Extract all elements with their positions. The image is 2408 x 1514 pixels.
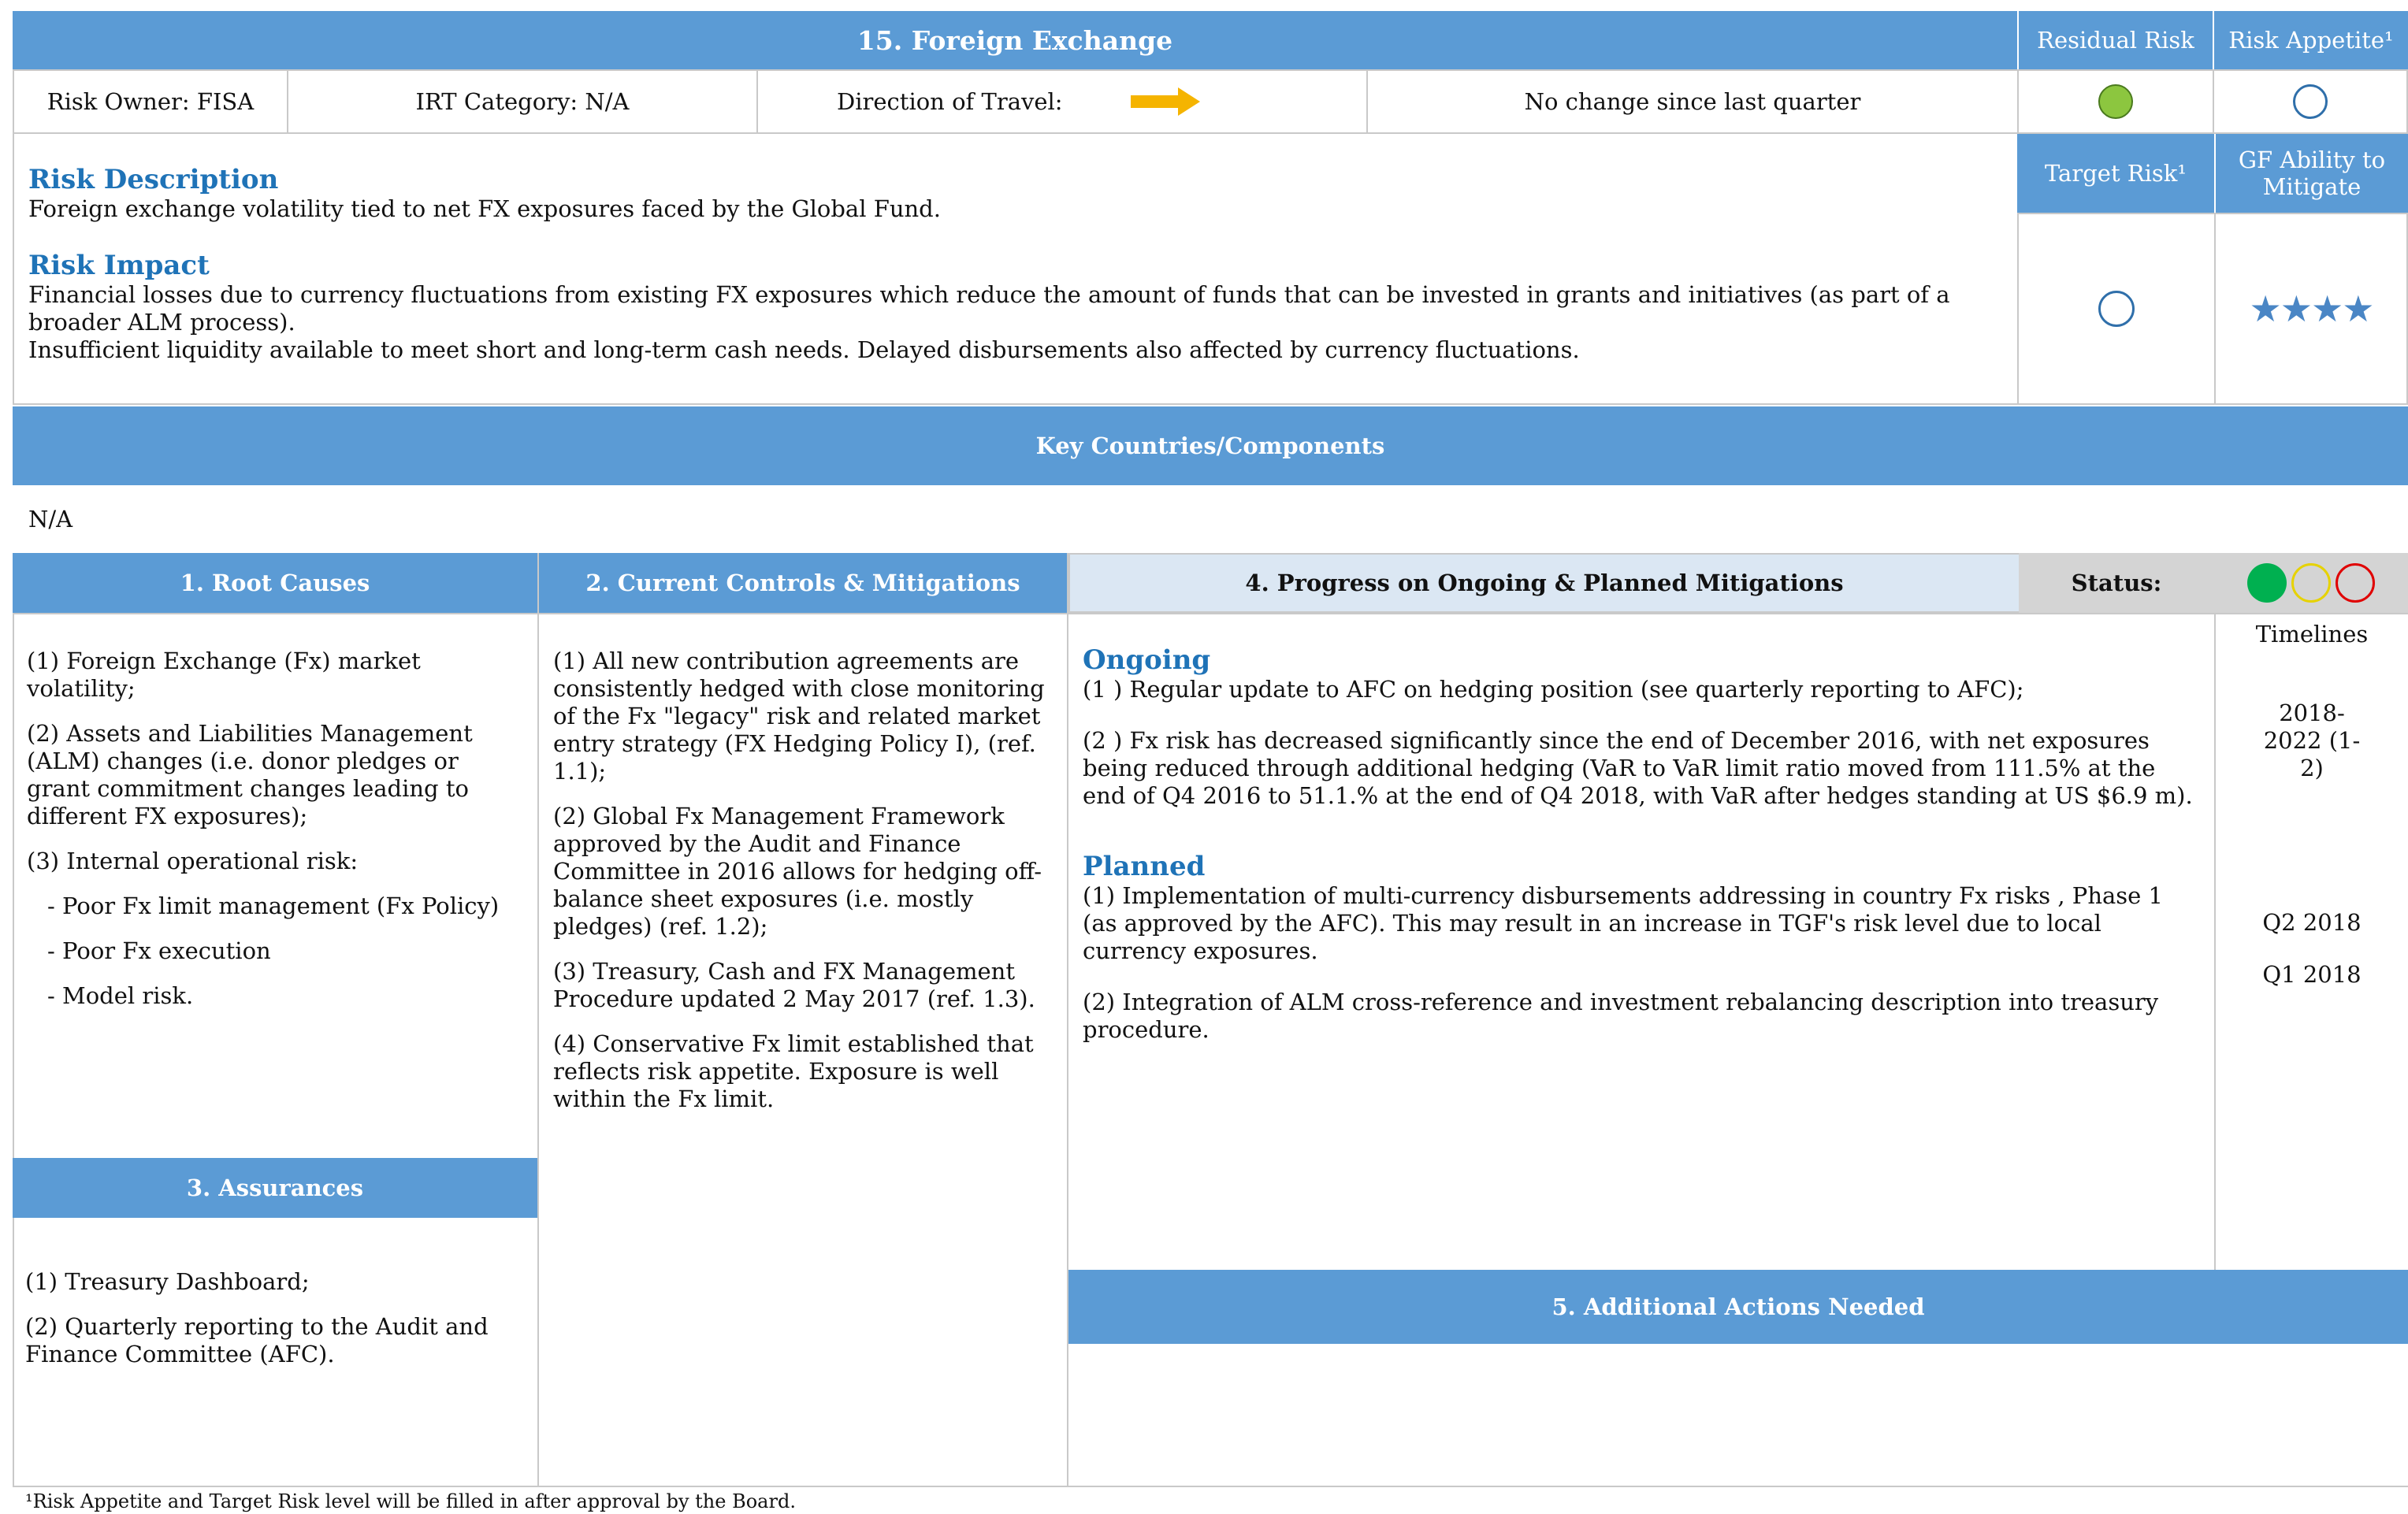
status-yellow-light [2291,563,2331,603]
assurances-list: (1) Treasury Dashboard; (2) Quarterly re… [25,1268,522,1386]
progress-header: 4. Progress on Ongoing & Planned Mitigat… [1068,553,2020,613]
status-red-light [2336,563,2375,603]
residual-risk-indicator [2098,84,2133,119]
target-risk-cell [2017,213,2216,405]
target-risk-header: Target Risk¹ [2017,134,2214,213]
control-item: (1) All new contribution agreements are … [553,648,1045,785]
root-cause-item: (3) Internal operational risk: [27,848,359,874]
residual-risk-cell [2017,69,2214,134]
risk-appetite-header: Risk Appetite¹ [2214,11,2408,69]
direction-of-travel: Direction of Travel: [756,69,1368,134]
right-arrow-icon [1130,87,1200,116]
timelines-label: Timelines [2255,621,2369,648]
control-item: (2) Global Fx Management Framework appro… [553,803,1042,940]
planned-heading: Planned [1083,851,1206,882]
risk-impact-line-2: Insufficient liquidity available to meet… [28,336,1580,363]
assurance-item: (2) Quarterly reporting to the Audit and… [25,1313,489,1367]
direction-status-text: No change since last quarter [1366,69,2019,134]
assurances-header: 3. Assurances [13,1158,537,1218]
status-label: Status: [2019,553,2214,613]
risk-appetite-cell [2213,69,2408,134]
risk-impact-line-1: Financial losses due to currency fluctua… [28,281,1950,336]
root-cause-subitem: - Model risk. [47,982,194,1009]
ongoing-heading: Ongoing [1083,644,1211,676]
ongoing-item: (2 ) Fx risk has decreased significantly… [1083,727,2193,809]
planned-item: (1) Implementation of multi-currency dis… [1083,882,2164,964]
risk-description-heading: Risk Description [28,164,279,195]
irt-category: IRT Category: N/A [287,69,758,134]
control-item: (3) Treasury, Cash and FX Management Pro… [553,958,1035,1012]
controls-header: 2. Current Controls & Mitigations [539,553,1067,613]
timeline-planned-2: Q1 2018 [2262,961,2362,988]
risk-impact-heading: Risk Impact [28,250,210,281]
gf-ability-header: GF Ability to Mitigate [2216,134,2408,213]
risk-description-text: Foreign exchange volatility tied to net … [28,195,941,222]
root-cause-item: (1) Foreign Exchange (Fx) market volatil… [27,648,421,702]
footnote: ¹Risk Appetite and Target Risk level wil… [25,1490,796,1512]
progress-content: Ongoing (1 ) Regular update to AFC on he… [1083,644,2202,1044]
risk-owner: Risk Owner: FISA [13,69,288,134]
residual-risk-header: Residual Risk [2019,11,2213,69]
controls-list: (1) All new contribution agreements are … [553,648,1057,1130]
additional-actions-header: 5. Additional Actions Needed [1068,1270,2408,1344]
timeline-ongoing-2: 2018-2022 (1-2) [2263,699,2361,781]
root-cause-subitem: - Poor Fx execution [47,937,271,964]
status-lights [2214,553,2408,613]
key-countries-value: N/A [28,506,73,532]
root-causes-list: (1) Foreign Exchange (Fx) market volatil… [27,648,523,1027]
planned-item: (2) Integration of ALM cross-reference a… [1083,989,2159,1043]
description-panel: Risk Description Foreign exchange volati… [13,134,2019,405]
root-causes-header: 1. Root Causes [13,553,537,613]
direction-label: Direction of Travel: [837,88,1063,115]
target-risk-indicator [2098,291,2135,327]
assurance-item: (1) Treasury Dashboard; [25,1268,310,1295]
control-item: (4) Conservative Fx limit established th… [553,1030,1034,1112]
key-countries-header: Key Countries/Components [13,406,2408,485]
gf-ability-stars-icon: ★★★★ [2249,288,2375,330]
risk-appetite-indicator [2293,84,2328,119]
gf-ability-cell: ★★★★ [2214,213,2408,405]
root-cause-item: (2) Assets and Liabilities Management (A… [27,720,473,829]
timeline-planned-1: Q2 2018 [2262,909,2362,936]
status-green-light [2247,563,2287,603]
page-title: 15. Foreign Exchange [13,11,2017,69]
root-cause-subitem: - Poor Fx limit management (Fx Policy) [47,892,500,919]
ongoing-item: (1 ) Regular update to AFC on hedging po… [1083,676,2024,703]
